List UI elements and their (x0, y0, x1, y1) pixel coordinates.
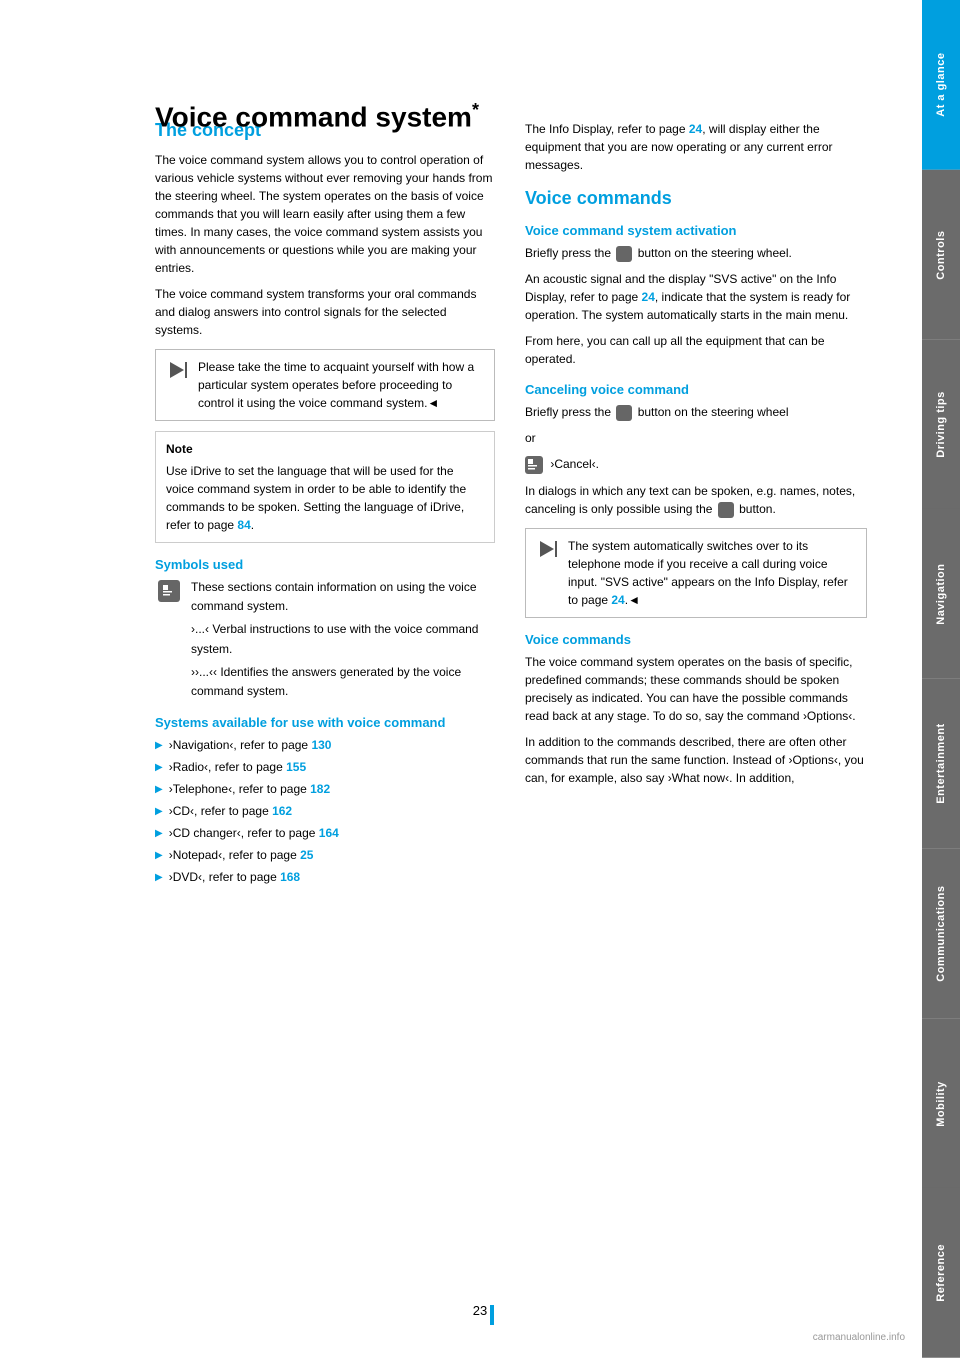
sidebar-item-controls[interactable]: Controls (922, 170, 960, 340)
symbol3-text: ››...‹‹ Identifies the answers generated… (191, 663, 495, 701)
list-item: ▶ ›DVD‹, refer to page 168 (155, 868, 495, 886)
list-arrow: ▶ (155, 804, 163, 819)
list-arrow: ▶ (155, 848, 163, 863)
link-24-info[interactable]: 24 (611, 593, 624, 607)
systems-list: ▶ ›Navigation‹, refer to page 130 ▶ ›Rad… (155, 736, 495, 886)
cancel-info-text: The system automatically switches over t… (568, 537, 856, 609)
list-item: ▶ ›Notepad‹, refer to page 25 (155, 846, 495, 864)
note-body: Use iDrive to set the language that will… (166, 464, 466, 532)
title-sup: * (472, 100, 479, 120)
info-display-text: The Info Display, refer to page 24, will… (525, 120, 867, 174)
concept-info-text: Please take the time to acquaint yoursel… (198, 358, 484, 412)
cancel-or: or (525, 429, 867, 447)
cancel-title: Canceling voice command (525, 382, 867, 397)
symbol-row-1: These sections contain information on us… (155, 578, 495, 616)
note-section: Note Use iDrive to set the language that… (155, 431, 495, 543)
sidebar-tab-label: Mobility (935, 1081, 947, 1127)
sidebar-tab-label: Communications (935, 886, 947, 982)
sidebar-tab-label: Driving tips (935, 391, 947, 458)
symbol-row-3: ››...‹‹ Identifies the answers generated… (155, 663, 495, 701)
link-24-top[interactable]: 24 (689, 122, 702, 136)
link-130[interactable]: 130 (311, 738, 331, 752)
list-arrow: ▶ (155, 738, 163, 753)
activation-title: Voice command system activation (525, 223, 867, 238)
sidebar-item-mobility[interactable]: Mobility (922, 1019, 960, 1189)
list-item: ▶ ›Radio‹, refer to page 155 (155, 758, 495, 776)
activation-body2: An acoustic signal and the display "SVS … (525, 270, 867, 324)
main-content: The concept The voice command system all… (155, 120, 867, 1358)
symbol1-text: These sections contain information on us… (191, 578, 495, 616)
list-item: ▶ ›Telephone‹, refer to page 182 (155, 780, 495, 798)
note-title: Note (166, 440, 484, 458)
sidebar-tab-label: At a glance (935, 53, 947, 117)
list-item: ▶ ›CD‹, refer to page 162 (155, 802, 495, 820)
link-168[interactable]: 168 (280, 870, 300, 884)
link-164[interactable]: 164 (319, 826, 339, 840)
steering-button-icon (616, 246, 632, 262)
sidebar-tab-label: Navigation (935, 564, 947, 625)
sidebar-item-driving[interactable]: Driving tips (922, 340, 960, 510)
activation-body3: From here, you can call up all the equip… (525, 332, 867, 368)
sidebar-item-at-glance[interactable]: At a glance (922, 0, 960, 170)
link-162[interactable]: 162 (272, 804, 292, 818)
list-arrow: ▶ (155, 760, 163, 775)
link-182[interactable]: 182 (310, 782, 330, 796)
list-arrow: ▶ (155, 826, 163, 841)
triangle-icon (166, 358, 190, 382)
sidebar-item-entertainment[interactable]: Entertainment (922, 679, 960, 849)
link-25[interactable]: 25 (300, 848, 313, 862)
symbols-box: These sections contain information on us… (155, 578, 495, 701)
page-bar (490, 1305, 494, 1325)
symbol-row-2: ›...‹ Verbal instructions to use with th… (155, 620, 495, 658)
list-item: ▶ ›Navigation‹, refer to page 130 (155, 736, 495, 754)
page-number: 23 (473, 1303, 487, 1318)
concept-info-box: Please take the time to acquaint yoursel… (155, 349, 495, 421)
cancel-info-box: The system automatically switches over t… (525, 528, 867, 618)
page-container: Voice command system* The concept The vo… (0, 0, 960, 1358)
page-title: Voice command system* (155, 100, 479, 133)
voice-commands-sub-title: Voice commands (525, 632, 867, 647)
right-column: The Info Display, refer to page 24, will… (525, 120, 867, 1358)
note-page-link[interactable]: 84 (237, 518, 250, 532)
voice-commands-main-title: Voice commands (525, 188, 867, 209)
cancel-body4: In dialogs in which any text can be spok… (525, 482, 867, 518)
concept-body1: The voice command system allows you to c… (155, 151, 495, 277)
voice-commands-body2: In addition to the commands described, t… (525, 733, 867, 787)
link-155[interactable]: 155 (286, 760, 306, 774)
sidebar-tab-label: Reference (935, 1244, 947, 1302)
list-arrow: ▶ (155, 782, 163, 797)
concept-body2: The voice command system transforms your… (155, 285, 495, 339)
sidebar-tab-label: Controls (935, 230, 947, 279)
steering-button-icon-3 (718, 502, 734, 518)
activation-body1: Briefly press the button on the steering… (525, 244, 867, 262)
voice-symbol-icon-1 (155, 578, 183, 602)
left-column: The concept The voice command system all… (155, 120, 495, 1358)
sidebar-item-reference[interactable]: Reference (922, 1188, 960, 1358)
triangle-icon-2 (536, 537, 560, 561)
cancel-body1: Briefly press the button on the steering… (525, 403, 867, 421)
sidebar-item-communications[interactable]: Communications (922, 849, 960, 1019)
title-text: Voice command system (155, 101, 472, 132)
systems-title: Systems available for use with voice com… (155, 715, 495, 730)
symbol2-text: ›...‹ Verbal instructions to use with th… (191, 620, 495, 658)
list-item: ▶ ›CD changer‹, refer to page 164 (155, 824, 495, 842)
cancel-command: ›Cancel‹. (525, 455, 867, 474)
sidebar-item-navigation[interactable]: Navigation (922, 509, 960, 679)
voice-commands-body1: The voice command system operates on the… (525, 653, 867, 725)
steering-button-icon-2 (616, 405, 632, 421)
watermark: carmanualonline.info (813, 1332, 905, 1343)
symbols-title: Symbols used (155, 557, 495, 572)
link-24-activation[interactable]: 24 (642, 290, 655, 304)
sidebar: At a glance Controls Driving tips Naviga… (922, 0, 960, 1358)
sidebar-tab-label: Entertainment (935, 724, 947, 804)
voice-icon-cancel (525, 456, 543, 474)
list-arrow: ▶ (155, 870, 163, 885)
